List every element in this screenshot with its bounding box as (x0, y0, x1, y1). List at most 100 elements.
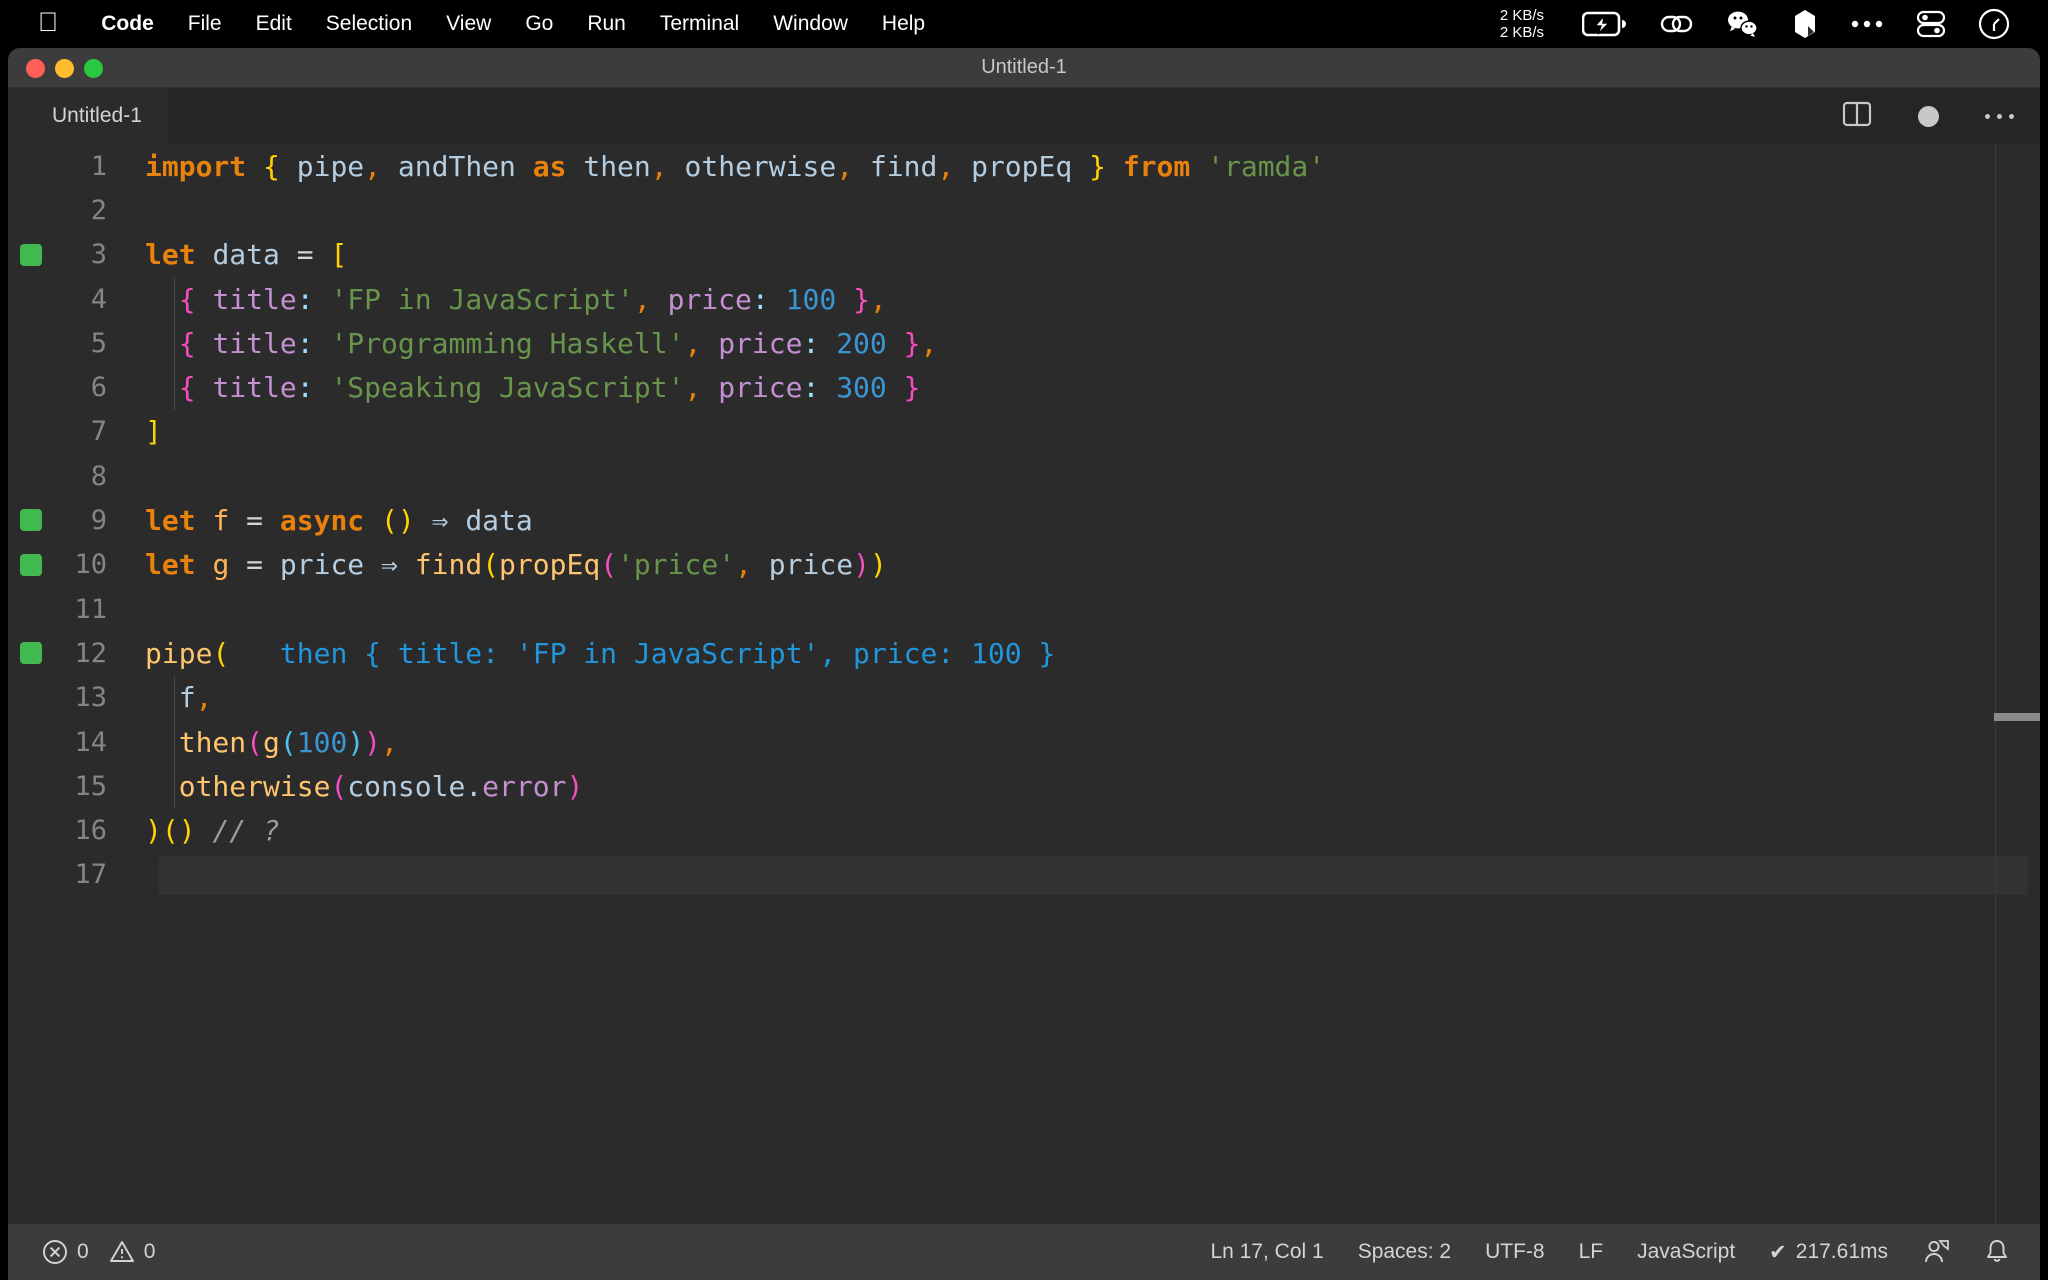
code-line-11[interactable]: 11 (8, 587, 2040, 631)
error-count[interactable]: 0 (42, 1239, 89, 1265)
token-fn: g (263, 725, 280, 759)
token-br-y: () (381, 504, 415, 538)
code-editor[interactable]: 1 import { pipe, andThen as then, otherwi… (8, 144, 2040, 1224)
line-number: 7 (90, 416, 107, 448)
token-op (280, 238, 297, 271)
menu-item-terminal[interactable]: Terminal (643, 12, 756, 36)
token-br-y: )() (145, 814, 196, 848)
editor-tab-untitled-1[interactable]: Untitled-1 (8, 88, 168, 144)
battery-charging-icon[interactable] (1582, 11, 1628, 37)
link-icon[interactable] (1660, 11, 1694, 37)
notifications-bell-icon[interactable] (1984, 1238, 2010, 1266)
token-var: g (212, 548, 230, 582)
token-br-m: { (178, 371, 196, 405)
unsaved-dot-icon[interactable] (1918, 105, 1939, 127)
line-content: f, (133, 681, 213, 715)
code-line-14[interactable]: 14 then(g(100)), (8, 719, 2040, 765)
code-line-3[interactable]: 3 let data = [ (8, 233, 2040, 277)
menu-item-view[interactable]: View (429, 12, 508, 36)
menu-item-selection[interactable]: Selection (309, 12, 429, 36)
control-center-icon[interactable] (1916, 10, 1946, 38)
app-icon[interactable] (1792, 9, 1818, 39)
token-br-m: ) (566, 769, 584, 803)
token-comma: , (381, 725, 398, 759)
minimize-button[interactable] (55, 58, 74, 78)
apple-logo-icon[interactable]:  (38, 8, 58, 36)
line-content: otherwise(console.error) (133, 769, 584, 803)
code-line-2[interactable]: 2 (8, 188, 2040, 232)
gutter-marker-icon[interactable] (20, 553, 42, 576)
token-id: f (178, 681, 196, 715)
code-line-16[interactable]: 16)() // ? (8, 808, 2040, 852)
more-actions-icon[interactable] (1985, 113, 2014, 119)
gutter-marker-icon[interactable] (20, 243, 42, 266)
wechat-icon[interactable] (1726, 10, 1760, 38)
token-comma: , (684, 326, 702, 360)
token-op (954, 150, 971, 183)
indentation[interactable]: Spaces: 2 (1358, 1240, 1451, 1264)
token-br-m: ) (853, 548, 870, 582)
eol-mode[interactable]: LF (1579, 1240, 1604, 1264)
token-op (263, 548, 280, 581)
code-line-17[interactable]: 17 (8, 853, 2040, 897)
menu-items: Code File Edit Selection View Go Run Terminal Wi… (84, 12, 942, 36)
code-line-15[interactable]: 15 otherwise(console.error) (8, 764, 2040, 809)
editor-scrollbar-track[interactable] (1995, 144, 1996, 1224)
token-num: 200 (836, 326, 887, 360)
token-op (196, 814, 213, 847)
code-line-13[interactable]: 13 f, (8, 675, 2040, 720)
network-download-speed: 2 KB/s (1499, 24, 1544, 41)
token-op (668, 150, 685, 183)
execution-timing[interactable]: ✔ 217.61ms (1769, 1240, 1888, 1265)
menu-item-help[interactable]: Help (865, 12, 942, 36)
menu-item-file[interactable]: File (171, 12, 239, 36)
split-editor-icon[interactable] (1842, 99, 1872, 134)
menu-item-window[interactable]: Window (756, 12, 865, 36)
menu-item-code[interactable]: Code (84, 12, 171, 36)
menu-item-go[interactable]: Go (508, 12, 570, 36)
indent-guide (174, 365, 175, 410)
token-op (196, 327, 213, 360)
warning-count[interactable]: 0 (109, 1239, 155, 1265)
token-op (1190, 150, 1207, 183)
line-number: 16 (74, 815, 107, 847)
language-mode[interactable]: JavaScript (1637, 1240, 1735, 1264)
token-op: = (246, 548, 264, 582)
line-number: 17 (74, 859, 107, 891)
token-op (448, 504, 465, 537)
code-line-8[interactable]: 8 (8, 454, 2040, 498)
code-line-1[interactable]: 1 import { pipe, andThen as then, otherwi… (8, 144, 2040, 188)
token-id: price (279, 548, 365, 582)
account-icon[interactable] (1922, 1238, 1950, 1266)
code-lines: 1 import { pipe, andThen as then, otherwi… (8, 144, 2040, 897)
network-speed-indicator[interactable]: 2 KB/s 2 KB/s (1500, 7, 1544, 41)
gutter-marker-icon[interactable] (20, 642, 42, 665)
cursor-position[interactable]: Ln 17, Col 1 (1210, 1240, 1323, 1264)
code-line-9[interactable]: 9 let f = async () ⇒ data (8, 498, 2040, 542)
line-content: import { pipe, andThen as then, otherwis… (133, 150, 1325, 183)
token-op (229, 548, 246, 581)
code-line-4[interactable]: 4 { title: 'FP in JavaScript', price: 10… (8, 276, 2040, 322)
token-op (314, 238, 331, 271)
token-op (196, 283, 213, 316)
menu-item-edit[interactable]: Edit (239, 12, 309, 36)
token-num: 100 (785, 282, 837, 316)
menu-item-run[interactable]: Run (570, 12, 643, 36)
code-line-5[interactable]: 5 { title: 'Programming Haskell', price:… (8, 321, 2040, 366)
encoding[interactable]: UTF-8 (1485, 1240, 1545, 1264)
close-button[interactable] (26, 58, 45, 78)
code-line-7[interactable]: 7] (8, 410, 2040, 454)
line-content: { title: 'Programming Haskell', price: 2… (133, 326, 938, 360)
ellipsis-icon[interactable] (1850, 19, 1884, 29)
zoom-button[interactable] (84, 58, 103, 78)
code-line-12[interactable]: 12 pipe( then { title: 'FP in JavaScript'… (8, 631, 2040, 675)
macos-menu-bar:  CodeFileEditSelectionViewGoRunTerminal… (0, 0, 2048, 48)
clock-icon[interactable] (1978, 8, 2010, 40)
menu-bar-status-area: 2 KB/s 2 KB/s (1500, 7, 2048, 41)
gutter-marker-icon[interactable] (20, 509, 42, 532)
editor-scrollbar-thumb[interactable] (1994, 713, 2040, 721)
token-op (196, 371, 213, 404)
code-line-10[interactable]: 10 let g = price ⇒ find(propEq('price', p… (8, 543, 2040, 587)
line-content: let data = [ (133, 238, 347, 271)
code-line-6[interactable]: 6 { title: 'Speaking JavaScript', price:… (8, 365, 2040, 410)
